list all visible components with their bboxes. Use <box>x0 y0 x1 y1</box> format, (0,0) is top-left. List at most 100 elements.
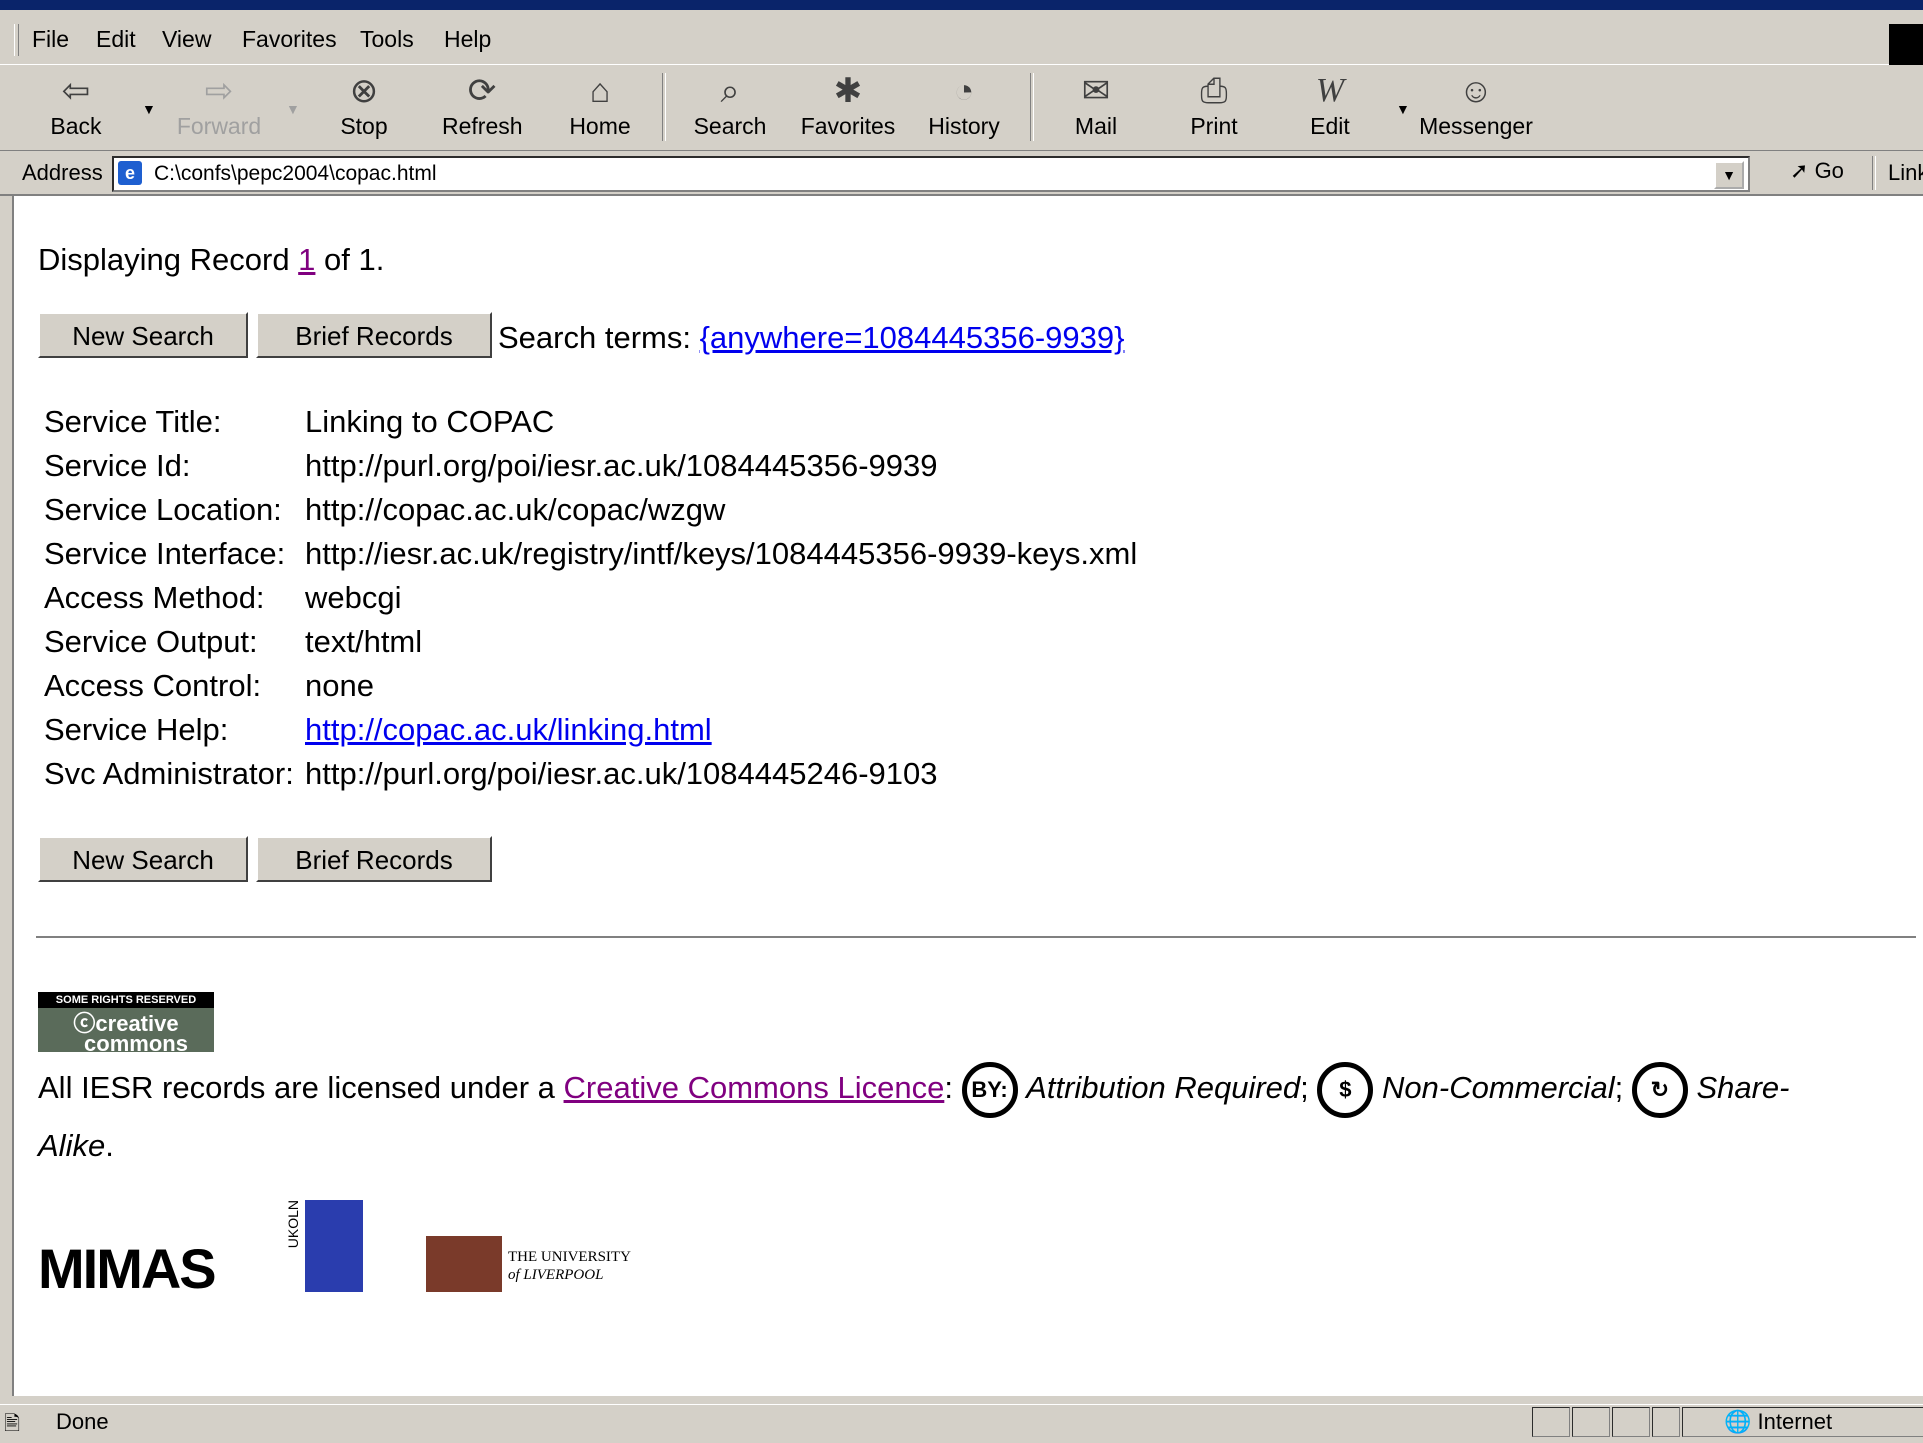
field-value-service-interface: http://iesr.ac.uk/registry/intf/keys/108… <box>305 536 1138 571</box>
status-bar: 🖹 Done 🌐 Internet <box>0 1404 1923 1438</box>
page-content: Displaying Record 1 of 1. New Search Bri… <box>12 196 1923 1396</box>
links-separator <box>1872 156 1876 190</box>
license-line-2: Alike. <box>38 1128 114 1163</box>
field-label-access-method: Access Method: <box>44 580 265 615</box>
displaying-record-text: Displaying Record 1 of 1. <box>38 242 384 278</box>
university-of-liverpool-crest[interactable] <box>426 1236 502 1292</box>
status-panel <box>1652 1407 1680 1437</box>
mail-button[interactable]: ✉ Mail <box>1064 69 1128 145</box>
field-value-service-id: http://purl.org/poi/iesr.ac.uk/108444535… <box>305 448 938 483</box>
zone-label: Internet <box>1757 1409 1833 1434</box>
search-button[interactable]: ⌕ Search <box>692 69 768 145</box>
edit-button[interactable]: W Edit <box>1302 69 1358 145</box>
field-label-service-interface: Service Interface: <box>44 536 286 571</box>
field-label-service-help: Service Help: <box>44 712 229 747</box>
go-button[interactable]: ➚ Go <box>1790 158 1844 184</box>
search-terms-label: Search terms: <box>498 320 700 355</box>
word-edit-icon: W <box>1315 72 1345 109</box>
address-dropdown-icon[interactable]: ▼ <box>1714 161 1744 189</box>
field-label-service-location: Service Location: <box>44 492 282 527</box>
status-panel <box>1532 1407 1570 1437</box>
refresh-button[interactable]: ⟳ Refresh <box>442 69 523 145</box>
internet-zone: 🌐 Internet <box>1724 1409 1832 1435</box>
displaying-suffix: of 1. <box>315 242 385 277</box>
globe-icon: 🌐 <box>1724 1409 1752 1434</box>
forward-label: Forward <box>176 113 262 139</box>
address-input[interactable]: e C:\confs\pepc2004\copac.html ▼ <box>112 156 1750 192</box>
home-label: Home <box>569 113 631 139</box>
links-button[interactable]: Links <box>1888 160 1923 186</box>
cc-badge-line2: commons <box>84 1031 188 1056</box>
history-label: History <box>928 113 1000 139</box>
displaying-prefix: Displaying Record <box>38 242 299 277</box>
back-label: Back <box>50 113 102 139</box>
menu-favorites[interactable]: Favorites <box>242 26 337 53</box>
go-label: Go <box>1814 158 1844 183</box>
toolbar-separator <box>1030 73 1034 141</box>
ukoln-logo[interactable] <box>305 1200 363 1292</box>
favorites-button[interactable]: ✱ Favorites <box>800 69 896 145</box>
window-left-frame <box>0 196 12 1404</box>
status-panel <box>1612 1407 1650 1437</box>
stop-icon: ⊗ <box>349 72 379 110</box>
share-alike-icon: ↻ <box>1631 1062 1688 1118</box>
brief-records-button-bottom[interactable]: Brief Records <box>256 836 492 882</box>
back-dropdown-icon[interactable]: ▼ <box>142 101 156 117</box>
messenger-label: Messenger <box>1419 113 1533 139</box>
menu-tools[interactable]: Tools <box>360 26 414 53</box>
messenger-button[interactable]: ☺ Messenger <box>1416 69 1536 145</box>
refresh-label: Refresh <box>442 113 523 139</box>
history-button[interactable]: ◔ History <box>926 69 1002 145</box>
attribution-icon: BY: <box>961 1062 1018 1118</box>
university-of-liverpool-text: THE UNIVERSITY of LIVERPOOL <box>508 1248 631 1284</box>
menu-view[interactable]: View <box>162 26 211 53</box>
brief-records-button-top[interactable]: Brief Records <box>256 312 492 358</box>
history-icon: ◔ <box>953 72 975 110</box>
address-label: Address <box>22 160 103 185</box>
page-done-icon: 🖹 <box>4 1413 21 1435</box>
field-value-service-location: http://copac.ac.uk/copac/wzgw <box>305 492 726 527</box>
new-search-button-top[interactable]: New Search <box>38 312 248 358</box>
new-search-button-bottom[interactable]: New Search <box>38 836 248 882</box>
stop-button[interactable]: ⊗ Stop <box>336 69 392 145</box>
field-value-service-title: Linking to COPAC <box>305 404 555 439</box>
print-button[interactable]: ⎙ Print <box>1186 69 1242 145</box>
forward-arrow-icon: ⇨ <box>204 72 234 110</box>
menu-help[interactable]: Help <box>444 26 491 53</box>
status-panel <box>1572 1407 1610 1437</box>
mail-icon: ✉ <box>1081 72 1111 110</box>
favorites-folder-icon: ✱ <box>833 72 863 110</box>
creative-commons-badge[interactable]: SOME RIGHTS RESERVED ⓒcreative commons <box>38 992 214 1056</box>
ie-page-icon: e <box>118 161 142 185</box>
cc-badge-logo: ⓒcreative commons <box>38 1008 214 1056</box>
creative-commons-licence-link[interactable]: Creative Commons Licence <box>564 1070 945 1105</box>
printer-icon: ⎙ <box>1200 72 1228 110</box>
search-terms: Search terms: {anywhere=1084445356-9939} <box>498 320 1124 356</box>
toolbar-separator <box>662 73 666 141</box>
menu-edit[interactable]: Edit <box>96 26 136 53</box>
service-help-link[interactable]: http://copac.ac.uk/linking.html <box>305 712 712 748</box>
liverpool-line2: of LIVERPOOL <box>508 1267 604 1283</box>
windows-logo-icon <box>1889 24 1923 70</box>
mimas-logo[interactable]: MIMAS <box>38 1236 217 1301</box>
forward-button[interactable]: ⇨ Forward <box>176 69 262 145</box>
search-terms-link[interactable]: {anywhere=1084445356-9939} <box>700 320 1125 355</box>
back-button[interactable]: ⇦ Back <box>44 69 108 145</box>
favorites-label: Favorites <box>800 113 896 139</box>
forward-dropdown-icon[interactable]: ▼ <box>286 101 300 117</box>
print-label: Print <box>1190 113 1238 139</box>
edit-dropdown-icon[interactable]: ▼ <box>1396 101 1410 117</box>
field-value-service-output: text/html <box>305 624 423 659</box>
search-icon: ⌕ <box>720 72 740 110</box>
field-label-access-control: Access Control: <box>44 668 262 703</box>
ukoln-label: UKOLN <box>285 1200 301 1249</box>
ukoln-logo-text: UKOLN <box>284 1200 301 1252</box>
record-link[interactable]: 1 <box>298 242 315 277</box>
horizontal-rule <box>36 936 1916 939</box>
share-alike-text-2: Alike <box>38 1128 106 1163</box>
home-button[interactable]: ⌂ Home <box>568 69 632 145</box>
field-label-svc-administrator: Svc Administrator: <box>44 756 294 791</box>
refresh-icon: ⟳ <box>467 72 497 110</box>
edit-label: Edit <box>1310 113 1350 139</box>
menu-file[interactable]: File <box>32 26 69 53</box>
